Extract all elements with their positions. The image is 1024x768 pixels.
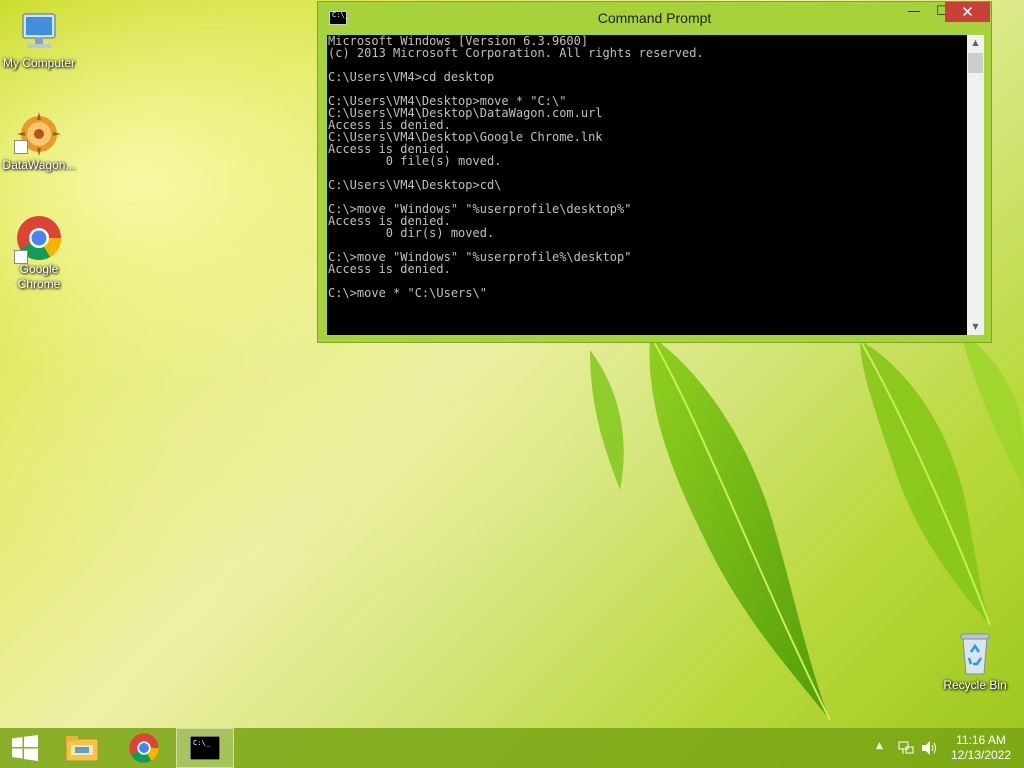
close-button[interactable]: ✕ — [945, 2, 990, 22]
desktop-icon-datawagon[interactable]: DataWagon... — [0, 110, 78, 173]
desktop-icon-label: My Computer — [2, 56, 76, 70]
taskbar-file-explorer[interactable] — [53, 728, 111, 768]
wallpaper-leaf-right — [859, 330, 1024, 626]
recycle-bin-icon — [960, 633, 990, 675]
desktop-icon-recycle-bin[interactable]: Recycle Bin — [936, 630, 1014, 693]
computer-icon — [22, 13, 56, 48]
console-output[interactable]: Microsoft Windows [Version 6.3.9600] (c) … — [327, 35, 967, 335]
console-line: (c) 2013 Microsoft Corporation. All righ… — [328, 46, 704, 60]
volume-icon[interactable] — [921, 740, 939, 756]
desktop-icon-label: Recycle Bin — [943, 678, 1007, 692]
clock-time: 11:16 AM — [956, 733, 1006, 747]
start-button[interactable] — [0, 728, 58, 768]
desktop-icon-label: Google Chrome — [17, 262, 61, 291]
console-line: Access is denied. — [328, 262, 451, 276]
show-hidden-icons-icon[interactable]: ▲ — [876, 741, 883, 751]
command-prompt-icon: C:\_ — [190, 736, 220, 760]
desktop-icon-google-chrome[interactable]: Google Chrome — [0, 214, 78, 292]
shortcut-arrow-icon — [14, 140, 28, 154]
svg-text:C:\_: C:\_ — [193, 739, 211, 747]
chrome-icon — [129, 733, 159, 763]
desktop-icon-my-computer[interactable]: My Computer — [0, 8, 78, 71]
windows-logo-icon — [12, 735, 38, 761]
scroll-up-arrow-icon[interactable]: ▲ — [967, 35, 984, 51]
taskbar-google-chrome[interactable] — [115, 728, 173, 768]
vertical-scrollbar[interactable]: ▲ ▼ — [967, 35, 984, 335]
console-line: C:\Users\VM4\Desktop>cd\ — [328, 178, 502, 192]
minimize-button[interactable]: — — [900, 2, 928, 22]
console-line: C:\>move * "C:\Users\" — [328, 286, 487, 300]
taskbar-command-prompt[interactable]: C:\_ — [176, 728, 234, 768]
desktop-icon-label: DataWagon... — [2, 158, 76, 172]
clock[interactable]: 11:16 AM 12/13/2022 — [944, 733, 1018, 763]
window-title: Command Prompt — [597, 10, 712, 26]
clock-date: 12/13/2022 — [950, 748, 1012, 762]
shortcut-arrow-icon — [14, 250, 28, 264]
scroll-down-arrow-icon[interactable]: ▼ — [967, 319, 984, 335]
network-icon[interactable] — [898, 740, 914, 756]
title-bar[interactable]: C:\_ Command Prompt — ☐ ✕ — [318, 2, 991, 34]
scrollbar-thumb[interactable] — [968, 53, 983, 73]
console-line: C:\Users\VM4>cd desktop — [328, 70, 495, 84]
command-prompt-window[interactable]: C:\_ Command Prompt — ☐ ✕ Microsoft Wind… — [317, 1, 992, 343]
folder-icon — [65, 736, 99, 762]
console-line: 0 file(s) moved. — [328, 154, 502, 168]
system-tray: ▲ — [870, 728, 944, 768]
console-line: 0 dir(s) moved. — [328, 226, 495, 240]
wallpaper-leaf-left — [590, 334, 831, 721]
taskbar: C:\_ ▲ 11:16 AM 12/13/2022 — [0, 728, 1024, 768]
